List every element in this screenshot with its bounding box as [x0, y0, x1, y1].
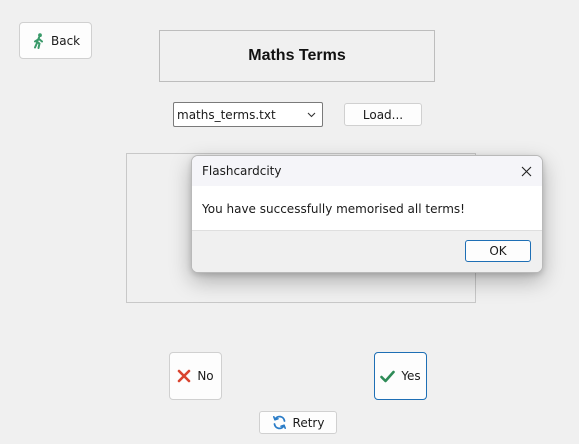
no-button[interactable]: No — [169, 352, 222, 400]
yes-button-label: Yes — [401, 369, 421, 383]
back-button[interactable]: Back — [19, 22, 92, 59]
dialog-message: You have successfully memorised all term… — [202, 202, 465, 216]
retry-button-label: Retry — [292, 415, 325, 430]
dialog-titlebar: Flashcardcity — [192, 156, 542, 186]
retry-button[interactable]: Retry — [259, 411, 337, 434]
green-check-icon — [380, 370, 396, 383]
yes-button[interactable]: Yes — [374, 352, 427, 400]
deck-title-text: Maths Terms — [248, 47, 346, 64]
file-dropdown-value: maths_terms.txt — [177, 107, 276, 122]
load-button-label: Load... — [362, 107, 404, 122]
file-dropdown[interactable]: maths_terms.txt — [173, 102, 323, 127]
refresh-icon — [272, 415, 287, 430]
ok-button[interactable]: OK — [465, 240, 531, 262]
red-x-icon — [177, 369, 191, 383]
dialog-footer: OK — [192, 230, 542, 272]
deck-title: Maths Terms — [159, 30, 435, 82]
no-button-label: No — [197, 369, 214, 383]
dialog-close-button[interactable] — [510, 156, 542, 186]
back-button-label: Back — [51, 33, 81, 48]
dialog-title: Flashcardcity — [202, 164, 282, 178]
ok-button-label: OK — [489, 244, 507, 258]
message-dialog: Flashcardcity You have successfully memo… — [191, 155, 543, 273]
load-button[interactable]: Load... — [344, 103, 422, 126]
walking-person-icon — [32, 32, 46, 49]
close-icon — [521, 166, 532, 177]
chevron-down-icon — [306, 109, 317, 120]
